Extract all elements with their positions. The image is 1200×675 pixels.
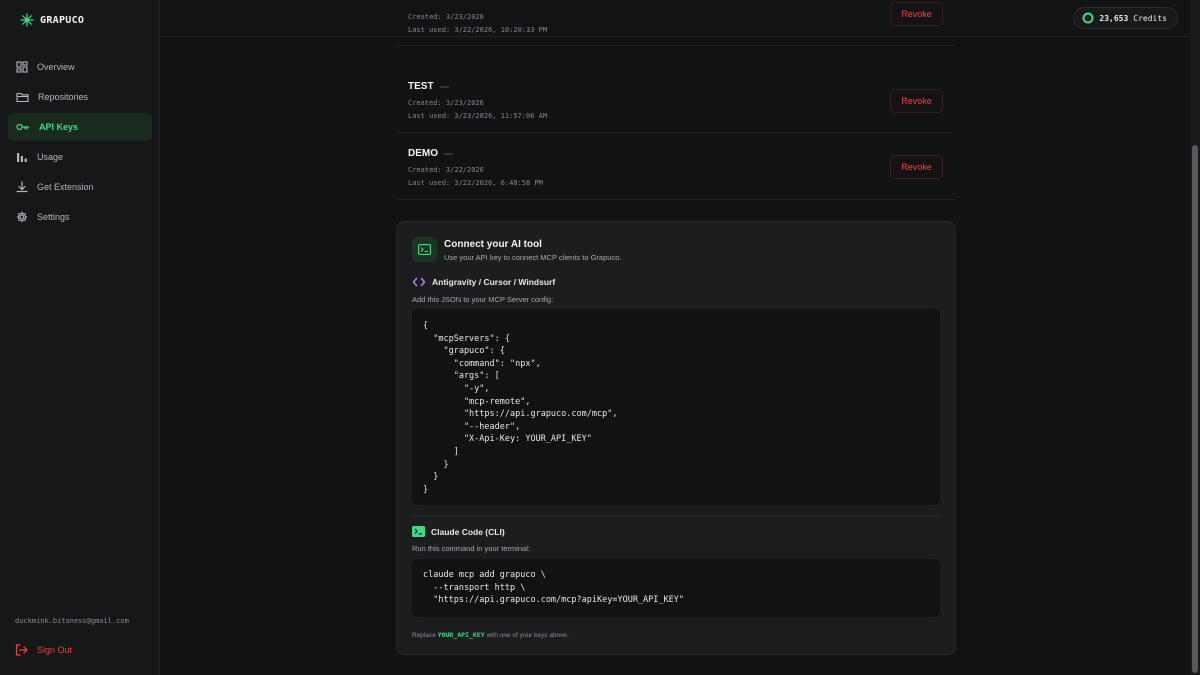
sidebar-item-label: Settings bbox=[37, 212, 70, 222]
api-key-name: DEMO bbox=[408, 148, 453, 159]
sidebar-item-repositories[interactable]: Repositories bbox=[8, 83, 152, 111]
revoke-button[interactable]: Revoke bbox=[890, 155, 943, 179]
download-icon bbox=[16, 181, 28, 193]
key-icon bbox=[16, 123, 29, 131]
section-desc-ide: Add this JSON to your MCP Server config: bbox=[412, 295, 554, 304]
api-key-row: TEST Created: 3/23/2026 Last used: 3/23/… bbox=[396, 67, 955, 133]
mcp-json-code-block[interactable]: { "mcpServers": { "grapuco": { "command"… bbox=[412, 309, 940, 505]
revoke-button[interactable]: Revoke bbox=[890, 89, 943, 113]
sidebar-item-overview[interactable]: Overview bbox=[8, 53, 152, 81]
sidebar-item-label: Repositories bbox=[38, 92, 89, 102]
api-key-created: Created: 3/23/2026 bbox=[408, 99, 484, 107]
api-key-row: Created: 3/23/2026 Last used: 3/22/2026,… bbox=[396, 0, 955, 46]
sidebar-item-settings[interactable]: Settings bbox=[8, 203, 152, 231]
sign-out-label: Sign Out bbox=[37, 645, 73, 655]
api-key-placeholder: YOUR_API_KEY bbox=[437, 631, 485, 639]
api-key-last-used: Last used: 3/23/2026, 11:57:06 AM bbox=[408, 112, 548, 120]
gear-icon bbox=[16, 211, 28, 223]
sidebar-item-label: Usage bbox=[37, 152, 64, 162]
api-key-name: TEST bbox=[408, 81, 449, 92]
credits-label: Credits bbox=[1133, 13, 1167, 23]
panel-title: Connect your AI tool bbox=[444, 239, 542, 250]
panel-subtitle: Use your API key to connect MCP clients … bbox=[444, 253, 622, 262]
key-status-indicator bbox=[439, 85, 449, 88]
sign-out-button[interactable]: Sign Out bbox=[15, 644, 72, 656]
sidebar-item-usage[interactable]: Usage bbox=[8, 143, 152, 171]
sidebar: GRAPUCO Overview Repositories API Keys U… bbox=[0, 0, 160, 675]
panel-terminal-icon-box bbox=[412, 237, 437, 262]
credits-value: 23,653 bbox=[1099, 13, 1129, 23]
sidebar-item-label: Overview bbox=[37, 62, 75, 72]
terminal-icon bbox=[418, 244, 431, 255]
api-key-row: DEMO Created: 3/22/2026 Last used: 3/22/… bbox=[396, 134, 955, 200]
sidebar-item-label: Get Extension bbox=[37, 182, 94, 192]
revoke-button[interactable]: Revoke bbox=[890, 2, 943, 26]
brand-name: GRAPUCO bbox=[40, 14, 85, 26]
section-divider bbox=[412, 516, 940, 517]
api-key-last-used: Last used: 3/22/2026, 10:20:33 PM bbox=[408, 26, 548, 34]
logout-icon bbox=[15, 644, 28, 656]
code-brackets-icon bbox=[412, 277, 426, 287]
api-key-created: Created: 3/23/2026 bbox=[408, 13, 484, 21]
sidebar-nav: Overview Repositories API Keys Usage Get… bbox=[8, 53, 152, 233]
credits-badge[interactable]: 23,653 Credits bbox=[1073, 7, 1178, 29]
terminal-icon bbox=[412, 526, 425, 537]
section-desc-cli: Run this command in your terminal: bbox=[412, 544, 530, 553]
folder-icon bbox=[16, 92, 29, 103]
sidebar-item-get-extension[interactable]: Get Extension bbox=[8, 173, 152, 201]
grapuco-logo-icon bbox=[20, 13, 34, 27]
section-title-cli: Claude Code (CLI) bbox=[412, 526, 505, 537]
key-status-indicator bbox=[444, 152, 453, 155]
page-scrollbar-thumb[interactable] bbox=[1192, 145, 1198, 673]
sidebar-item-api-keys[interactable]: API Keys bbox=[8, 113, 152, 141]
bar-chart-icon bbox=[17, 153, 27, 162]
user-email: duckmink.bitsness@gmail.com bbox=[15, 617, 129, 625]
brand-logo[interactable]: GRAPUCO bbox=[20, 13, 84, 27]
section-title-ide: Antigravity / Cursor / Windsurf bbox=[412, 277, 555, 287]
connect-ai-tool-panel: Connect your AI tool Use your API key to… bbox=[396, 221, 956, 655]
api-key-last-used: Last used: 3/22/2026, 6:48:58 PM bbox=[408, 179, 543, 187]
sidebar-item-label: API Keys bbox=[39, 122, 79, 132]
claude-cli-code-block[interactable]: claude mcp add grapuco \ --transport htt… bbox=[412, 559, 940, 617]
credits-ring-icon bbox=[1082, 12, 1094, 24]
api-key-created: Created: 3/22/2026 bbox=[408, 166, 484, 174]
replace-key-note: Replace YOUR_API_KEY with one of your ke… bbox=[412, 631, 569, 639]
grid-icon bbox=[16, 61, 28, 73]
